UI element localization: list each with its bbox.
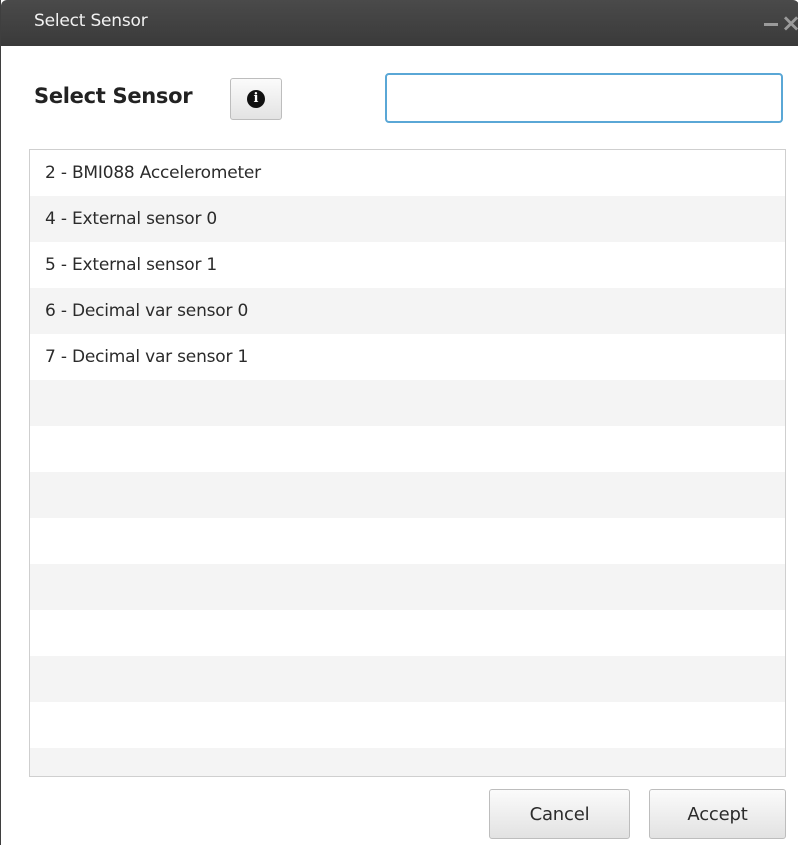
select-sensor-dialog: Select Sensor × Select Sensor i 2 - BMI0… [0,0,798,845]
list-item[interactable]: 5 - External sensor 1 [30,242,785,288]
empty-list-row [30,426,785,472]
close-icon[interactable]: × [781,8,798,38]
sensor-list[interactable]: 2 - BMI088 Accelerometer 4 - External sen… [29,149,786,777]
empty-list-row [30,702,785,748]
list-item[interactable]: 2 - BMI088 Accelerometer [30,150,785,196]
cancel-button[interactable]: Cancel [489,789,630,839]
info-button[interactable]: i [230,78,282,120]
empty-list-row [30,564,785,610]
accept-button[interactable]: Accept [649,789,786,839]
empty-list-row [30,748,785,776]
search-input[interactable] [385,73,783,123]
empty-list-row [30,380,785,426]
list-item[interactable]: 6 - Decimal var sensor 0 [30,288,785,334]
minimize-icon[interactable] [764,23,778,26]
window-title: Select Sensor [34,11,148,31]
list-item[interactable]: 7 - Decimal var sensor 1 [30,334,785,380]
empty-list-row [30,472,785,518]
empty-list-row [30,656,785,702]
empty-list-row [30,610,785,656]
dialog-heading: Select Sensor [34,84,193,108]
list-item[interactable]: 4 - External sensor 0 [30,196,785,242]
empty-list-row [30,518,785,564]
title-bar[interactable]: Select Sensor × [1,0,798,46]
info-icon: i [247,90,265,108]
